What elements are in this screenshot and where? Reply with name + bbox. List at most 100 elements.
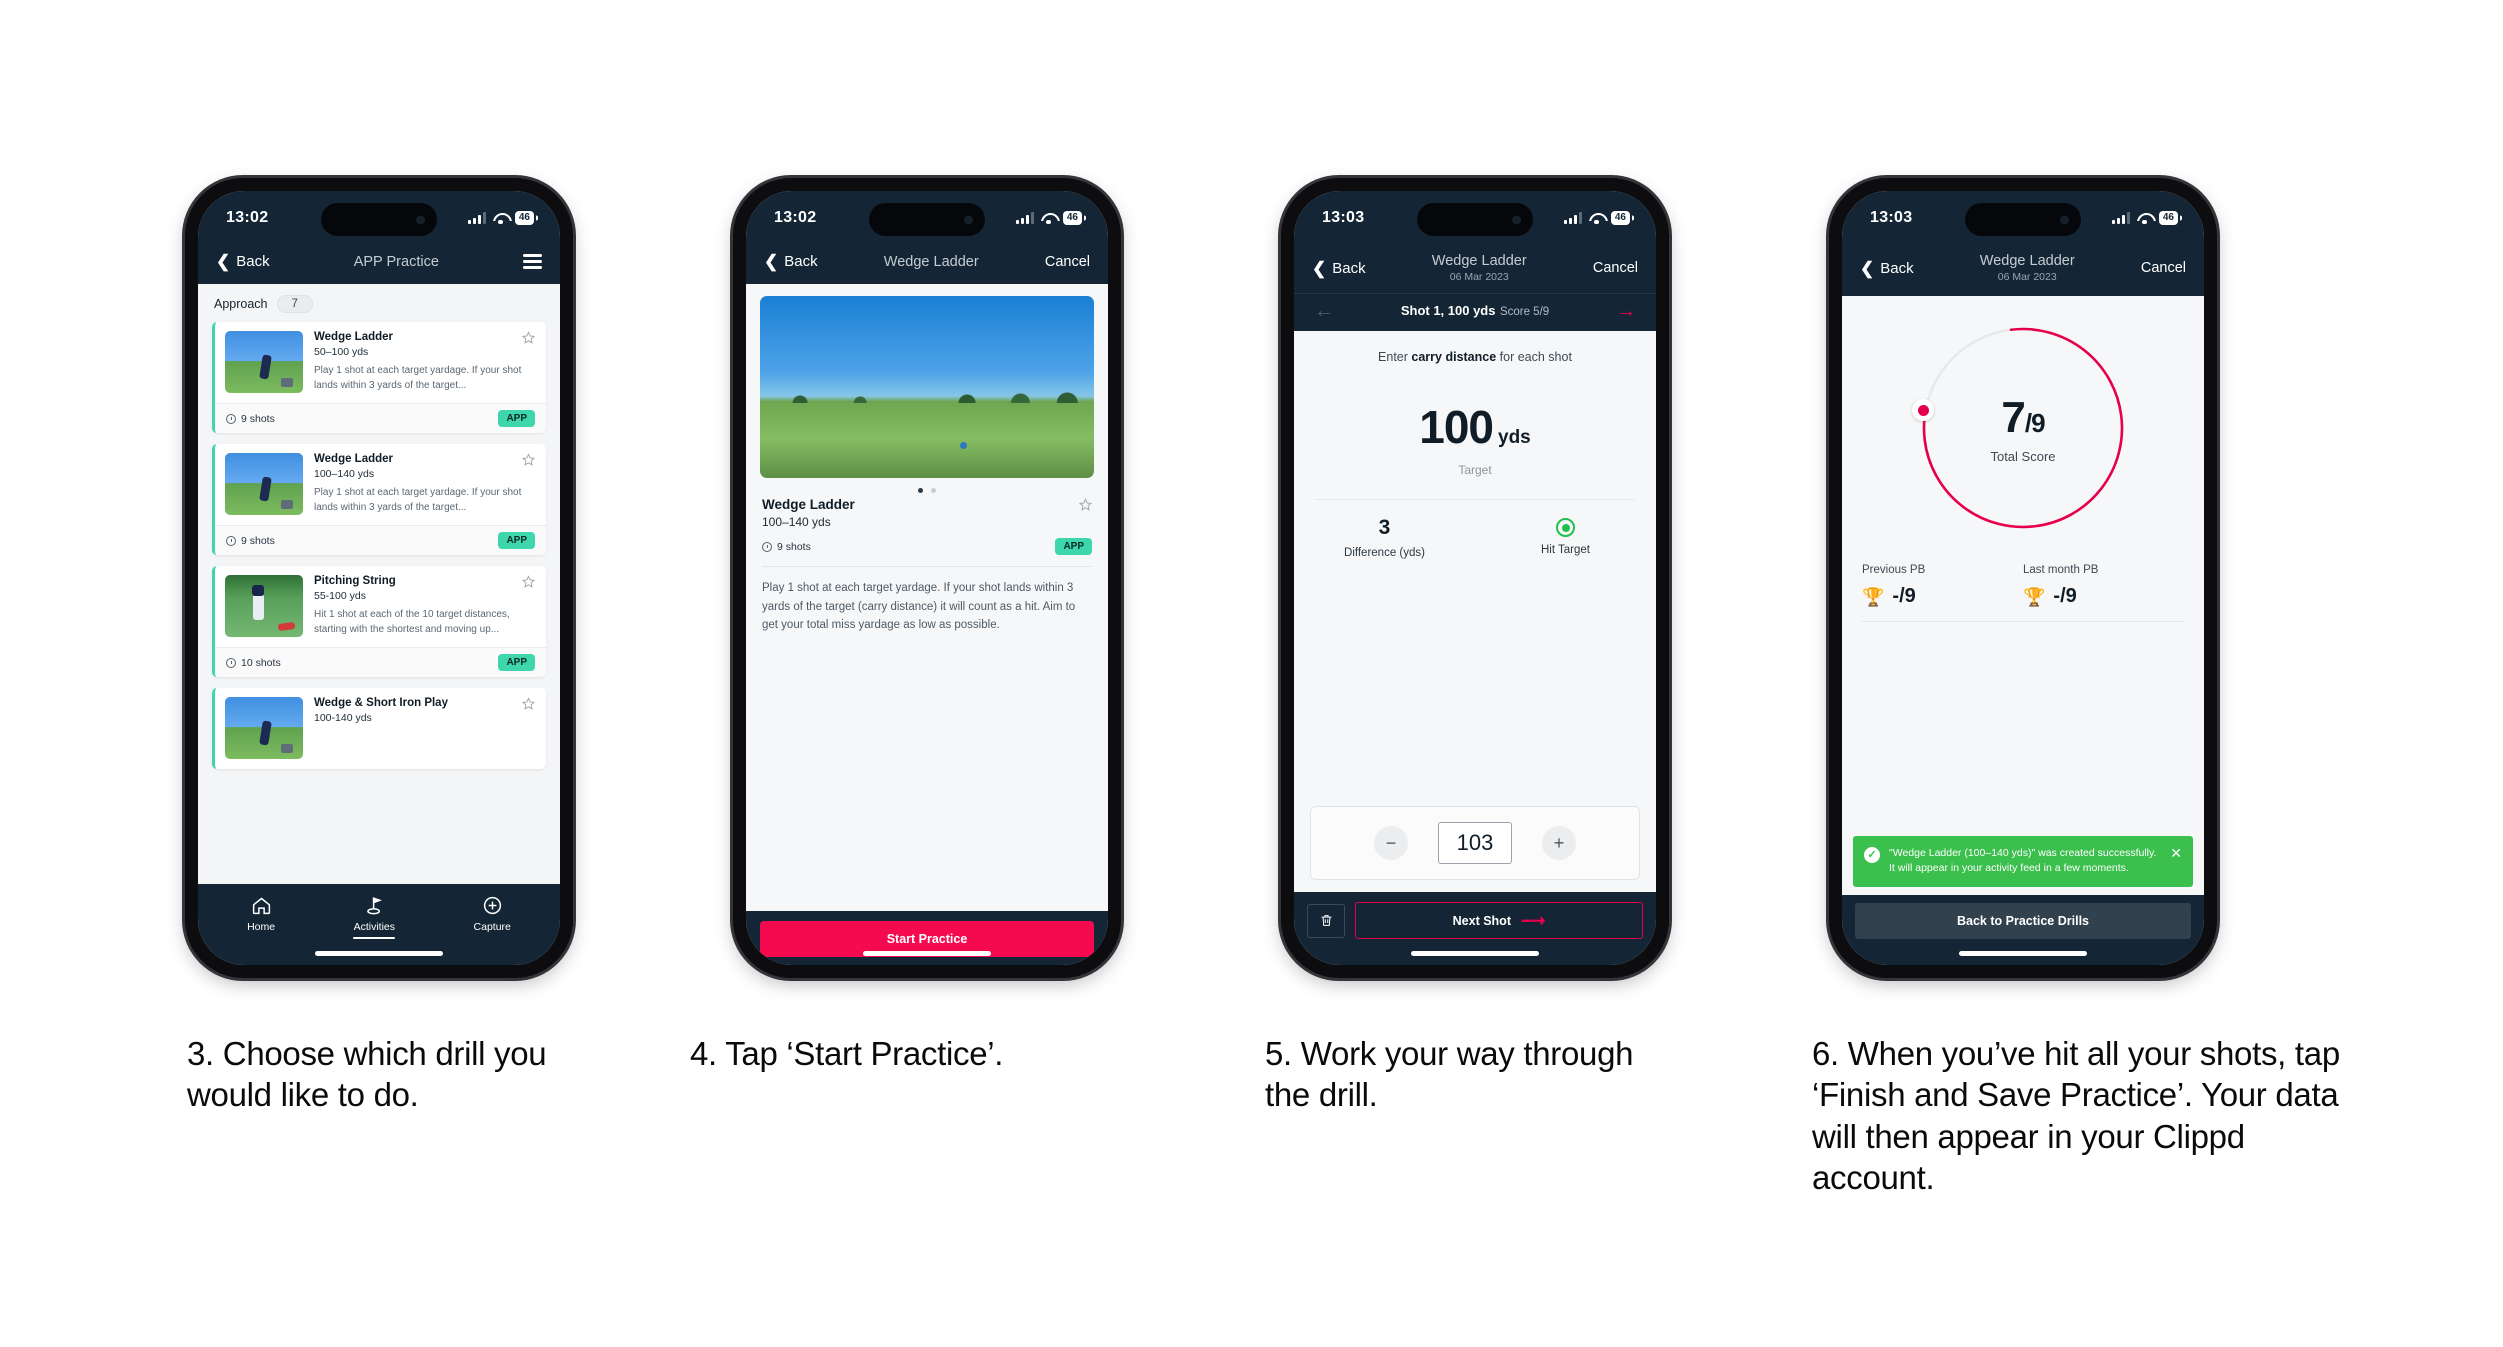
drill-shots-label: 10 shots <box>241 656 281 669</box>
status-indicators: 46 <box>1015 211 1082 225</box>
hamburger-menu-icon[interactable] <box>523 254 542 269</box>
cta-container: Start Practice <box>746 911 1108 965</box>
previous-pb-value: -/9 <box>1892 585 1916 607</box>
favourite-star-icon[interactable] <box>1079 497 1092 512</box>
next-shot-arrow-icon[interactable]: → <box>1616 301 1636 321</box>
trophy-icon: 🏆 <box>1862 586 1885 607</box>
drill-title: Wedge Ladder <box>314 453 394 465</box>
tab-activities[interactable]: Activities <box>353 895 396 939</box>
poster-canvas: 13:02 46 ❮ Back APP Practice Approach 7 … <box>0 0 2503 1347</box>
drill-title: Wedge & Short Iron Play <box>314 697 448 709</box>
personal-best-row: Previous PB 🏆 -/9 Last month PB 🏆 -/9 <box>1842 564 2204 608</box>
drill-range: 55-100 yds <box>314 590 366 602</box>
favourite-star-icon[interactable] <box>522 575 535 588</box>
tab-activities-label: Activities <box>353 921 396 933</box>
phone-drill-detail: 13:02 46 ❮ Back Wedge Ladder Cancel Wedg… <box>733 178 1121 978</box>
shot-title: Shot 1, 100 yds <box>1400 303 1496 318</box>
screen-shot-entry: 13:03 46 ❮ Back Wedge Ladder 06 Mar 2023… <box>1294 191 1656 965</box>
carry-distance-input[interactable]: 103 <box>1438 822 1512 864</box>
drill-title: Pitching String <box>314 575 396 587</box>
cancel-button[interactable]: Cancel <box>1045 254 1090 270</box>
front-camera-icon <box>2060 215 2069 224</box>
shot-info: Shot 1, 100 yds Score 5/9 <box>1334 302 1616 320</box>
previous-shot-arrow-icon[interactable]: ← <box>1314 301 1334 321</box>
nav-bar: ❮ Back Wedge Ladder 06 Mar 2023 Cancel <box>1842 245 2204 296</box>
favourite-star-icon[interactable] <box>522 331 535 344</box>
drill-card[interactable]: Wedge & Short Iron Play 100-140 yds <box>212 688 546 769</box>
screen-summary: 13:03 46 ❮ Back Wedge Ladder 06 Mar 2023… <box>1842 191 2204 965</box>
tab-capture[interactable]: Capture <box>474 895 511 933</box>
status-time: 13:02 <box>226 209 269 226</box>
back-label: Back <box>784 253 818 270</box>
front-camera-icon <box>416 215 425 224</box>
back-button[interactable]: ❮ Back <box>216 253 270 270</box>
entry-prompt: Enter carry distance for each shot <box>1294 331 1656 364</box>
score-ring: 7/9 Total Score <box>1912 322 2129 534</box>
phone-shot-entry: 13:03 46 ❮ Back Wedge Ladder 06 Mar 2023… <box>1281 178 1669 978</box>
total-score-max: 9 <box>2031 407 2046 438</box>
status-time: 13:03 <box>1870 209 1913 226</box>
clock-icon <box>226 535 236 546</box>
drill-title-row: Wedge Ladder <box>314 331 535 344</box>
check-icon: ✓ <box>1864 846 1880 863</box>
drill-range: 100-140 yds <box>314 712 372 724</box>
wifi-icon <box>1041 212 1056 225</box>
target-display: 100 yds Target <box>1294 400 1656 477</box>
drill-description: Play 1 shot at each target yardage. If y… <box>314 365 522 391</box>
tab-home-label: Home <box>247 921 276 933</box>
back-button[interactable]: ❮ Back <box>1312 260 1366 277</box>
drill-card-top: Pitching String 55-100 yds Hit 1 shot at… <box>215 566 546 647</box>
page-title: Wedge Ladder 06 Mar 2023 <box>1432 253 1527 283</box>
back-button[interactable]: ❮ Back <box>1860 260 1914 277</box>
favourite-star-icon[interactable] <box>522 697 535 710</box>
stepper-container: − 103 + <box>1310 806 1640 880</box>
page-title: APP Practice <box>353 253 439 270</box>
drill-card-info: Wedge & Short Iron Play 100-140 yds <box>314 697 535 759</box>
cellular-signal-icon <box>467 212 486 224</box>
drill-card[interactable]: Wedge Ladder 100–140 yds Play 1 shot at … <box>212 444 546 555</box>
drill-card[interactable]: Pitching String 55-100 yds Hit 1 shot at… <box>212 566 546 677</box>
category-badge: APP <box>498 532 535 549</box>
drill-thumbnail <box>225 697 303 759</box>
score-ring-container: 7/9 Total Score <box>1842 322 2204 534</box>
drill-card-top: Wedge Ladder 100–140 yds Play 1 shot at … <box>215 444 546 525</box>
drill-title-row: Pitching String <box>314 575 535 588</box>
back-to-practice-drills-button[interactable]: Back to Practice Drills <box>1855 903 2191 939</box>
wifi-icon <box>1589 212 1604 225</box>
front-camera-icon <box>1512 215 1521 224</box>
drill-card[interactable]: Wedge Ladder 50–100 yds Play 1 shot at e… <box>212 322 546 433</box>
nav-bar: ❮ Back APP Practice <box>198 245 560 284</box>
clock-icon <box>226 413 236 424</box>
favourite-star-icon[interactable] <box>522 453 535 466</box>
chevron-left-icon: ❮ <box>764 252 779 271</box>
page-title-date: 06 Mar 2023 <box>1449 271 1509 283</box>
plus-circle-icon <box>483 896 501 915</box>
summary-body: 7/9 Total Score Previous PB 🏆 -/9 Last m… <box>1842 296 2204 895</box>
drill-detail-head: Wedge Ladder 100–140 yds <box>762 497 1092 529</box>
increment-button[interactable]: + <box>1542 826 1576 860</box>
nav-bar: ❮ Back Wedge Ladder Cancel <box>746 245 1108 284</box>
success-toast: ✓ "Wedge Ladder (100–140 yds)" was creat… <box>1853 835 2193 887</box>
next-shot-button[interactable]: Next Shot ⟶ <box>1355 902 1643 939</box>
filter-count-badge[interactable]: 7 <box>276 295 313 313</box>
carousel-dots[interactable] <box>746 478 1108 497</box>
front-camera-icon <box>964 215 973 224</box>
decrement-button[interactable]: − <box>1374 826 1408 860</box>
flag-icon <box>367 897 382 915</box>
cancel-button[interactable]: Cancel <box>1593 260 1638 276</box>
cancel-button[interactable]: Cancel <box>2141 260 2186 276</box>
close-icon[interactable]: ✕ <box>2170 846 2182 860</box>
back-label: Back <box>1880 259 1914 277</box>
drill-card-top: Wedge & Short Iron Play 100-140 yds <box>215 688 546 769</box>
trash-icon <box>1321 915 1331 926</box>
shot-score: Score 5/9 <box>1499 306 1550 318</box>
back-button[interactable]: ❮ Back <box>764 253 818 270</box>
delete-shot-button[interactable] <box>1307 903 1345 938</box>
hit-target-label: Hit Target <box>1540 544 1590 556</box>
tree-line-decor <box>760 387 1094 403</box>
difference-label: Difference (yds) <box>1344 547 1425 559</box>
last-month-pb: Last month PB 🏆 -/9 <box>2023 564 2184 608</box>
golfer-figure <box>920 371 930 389</box>
tab-home[interactable]: Home <box>247 895 275 933</box>
carry-distance-stepper: − 103 + <box>1310 806 1640 880</box>
